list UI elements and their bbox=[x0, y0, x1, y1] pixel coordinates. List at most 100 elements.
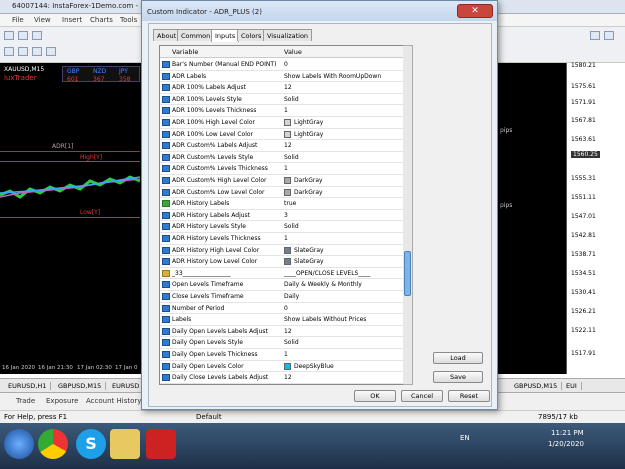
zoom-icon[interactable] bbox=[590, 31, 600, 40]
variable-value[interactable]: 0 bbox=[284, 61, 288, 68]
input-row[interactable]: ADR Custom% Low Level Color DarkGray bbox=[160, 187, 412, 199]
variable-value[interactable]: 1 bbox=[284, 235, 288, 242]
save-button[interactable]: Save bbox=[433, 371, 483, 383]
language-indicator[interactable]: EN bbox=[460, 434, 470, 442]
close-button[interactable]: ✕ bbox=[457, 4, 493, 18]
variable-value[interactable]: ____OPEN/CLOSE LEVELS____ bbox=[284, 270, 370, 277]
color-swatch[interactable] bbox=[284, 362, 291, 370]
variable-value[interactable]: Solid bbox=[284, 339, 299, 346]
color-swatch[interactable] bbox=[284, 119, 291, 126]
chrome-icon[interactable] bbox=[38, 429, 68, 459]
crosshair-icon[interactable] bbox=[4, 47, 14, 56]
variable-value[interactable]: DarkGray bbox=[294, 177, 323, 184]
scrollbar-thumb[interactable] bbox=[404, 251, 411, 296]
variable-value[interactable]: SlateGray bbox=[294, 247, 324, 254]
input-row[interactable]: ADR Custom% Levels Thickness 1 bbox=[160, 163, 412, 175]
reset-button[interactable]: Reset bbox=[448, 390, 490, 402]
ok-button[interactable]: OK bbox=[354, 390, 396, 402]
variable-value[interactable]: 1 bbox=[284, 165, 288, 172]
input-row[interactable]: _33________________ ____OPEN/CLOSE LEVELS… bbox=[160, 268, 412, 280]
menu-view[interactable]: View bbox=[34, 16, 51, 24]
chart-tab[interactable]: EURUSD,H1 bbox=[8, 382, 52, 390]
new-chart-icon[interactable] bbox=[4, 31, 14, 40]
variable-value[interactable]: 1 bbox=[284, 351, 288, 358]
tab-visualization[interactable]: Visualization bbox=[263, 29, 313, 41]
variable-value[interactable]: Solid bbox=[284, 96, 299, 103]
variable-value[interactable]: LightGray bbox=[294, 131, 323, 138]
color-swatch[interactable] bbox=[284, 130, 291, 138]
variable-value[interactable]: 12 bbox=[284, 374, 292, 381]
column-variable[interactable]: Variable bbox=[172, 48, 198, 56]
color-swatch[interactable] bbox=[284, 177, 291, 184]
variable-value[interactable]: Show Labels Without Prices bbox=[284, 316, 366, 323]
tab-exposure[interactable]: Exposure bbox=[46, 397, 78, 405]
channel-icon[interactable] bbox=[46, 47, 56, 56]
grid-scrollbar[interactable] bbox=[403, 45, 413, 385]
tab-trade[interactable]: Trade bbox=[16, 397, 35, 405]
input-row[interactable]: ADR 100% Levels Style Solid bbox=[160, 94, 412, 106]
metatrader-icon[interactable] bbox=[146, 429, 176, 459]
variable-value[interactable]: Solid bbox=[284, 223, 299, 230]
clock-date[interactable]: 1/20/2020 bbox=[548, 440, 584, 448]
chart-tab[interactable]: EURUSD bbox=[112, 382, 145, 390]
input-row[interactable]: Daily Open Levels Labels Adjust 12 bbox=[160, 326, 412, 338]
variable-value[interactable]: Solid bbox=[284, 154, 299, 161]
load-button[interactable]: Load bbox=[433, 352, 483, 364]
variable-value[interactable]: SlateGray bbox=[294, 258, 324, 265]
trendline-icon[interactable] bbox=[32, 47, 42, 56]
input-row[interactable]: Daily Open Levels Color DeepSkyBlue bbox=[160, 361, 412, 373]
tab-colors[interactable]: Colors bbox=[237, 29, 266, 41]
input-row[interactable]: ADR Custom% High Level Color DarkGray bbox=[160, 175, 412, 187]
dialog-title-bar[interactable]: Custom Indicator - ADR_PLUS (2) ✕ bbox=[142, 1, 497, 21]
input-row[interactable]: Number of Period 0 bbox=[160, 303, 412, 315]
market-watch-icon[interactable] bbox=[32, 31, 42, 40]
variable-value[interactable]: 12 bbox=[284, 84, 292, 91]
input-row[interactable]: ADR 100% Levels Thickness 1 bbox=[160, 105, 412, 117]
input-row[interactable]: Daily Close Levels Labels Adjust 12 bbox=[160, 372, 412, 384]
grid-icon[interactable] bbox=[604, 31, 614, 40]
color-swatch[interactable] bbox=[284, 246, 291, 254]
input-row[interactable]: ADR 100% High Level Color LightGray bbox=[160, 117, 412, 129]
input-row[interactable]: ADR History Labels Adjust 3 bbox=[160, 210, 412, 222]
input-row[interactable]: Labels Show Labels Without Prices bbox=[160, 314, 412, 326]
variable-value[interactable]: 1 bbox=[284, 107, 288, 114]
start-button-icon[interactable] bbox=[4, 429, 34, 459]
input-row[interactable]: ADR 100% Low Level Color LightGray bbox=[160, 129, 412, 141]
variable-value[interactable]: 0 bbox=[284, 305, 288, 312]
clock-time[interactable]: 11:21 PM bbox=[551, 429, 584, 437]
color-swatch[interactable] bbox=[284, 258, 291, 266]
variable-value[interactable]: DarkGray bbox=[294, 189, 323, 196]
variable-value[interactable]: Daily & Weekly & Monthly bbox=[284, 281, 362, 288]
variable-value[interactable]: 12 bbox=[284, 142, 292, 149]
input-row[interactable]: ADR History Low Level Color SlateGray bbox=[160, 256, 412, 268]
input-row[interactable]: Open Levels Timeframe Daily & Weekly & Mo… bbox=[160, 279, 412, 291]
color-swatch[interactable] bbox=[284, 188, 291, 196]
variable-value[interactable]: Daily bbox=[284, 293, 299, 300]
input-row[interactable]: Bar's Number (Manual END POINT) 0 bbox=[160, 59, 412, 71]
tab-common[interactable]: Common bbox=[177, 29, 215, 41]
skype-icon[interactable]: S bbox=[76, 429, 106, 459]
input-row[interactable]: Daily Open Levels Thickness 1 bbox=[160, 349, 412, 361]
input-row[interactable]: Close Levels Timeframe Daily bbox=[160, 291, 412, 303]
variable-value[interactable]: LightGray bbox=[294, 119, 323, 126]
menu-tools[interactable]: Tools bbox=[120, 16, 137, 24]
tab-inputs[interactable]: Inputs bbox=[211, 29, 240, 42]
variable-value[interactable]: DeepSkyBlue bbox=[294, 363, 334, 370]
input-row[interactable]: ADR 100% Labels Adjust 12 bbox=[160, 82, 412, 94]
chart-tab[interactable]: GBPUSD,M15 bbox=[58, 382, 107, 390]
menu-file[interactable]: File bbox=[12, 16, 24, 24]
input-row[interactable]: Daily Open Levels Style Solid bbox=[160, 337, 412, 349]
input-row[interactable]: ADR History Labels true bbox=[160, 198, 412, 210]
input-row[interactable]: ADR History Levels Thickness 1 bbox=[160, 233, 412, 245]
inputs-grid[interactable]: Variable Value Bar's Number (Manual END … bbox=[159, 45, 413, 385]
file-explorer-icon[interactable] bbox=[110, 429, 140, 459]
cancel-button[interactable]: Cancel bbox=[401, 390, 443, 402]
tab-account-history[interactable]: Account History bbox=[86, 397, 141, 405]
menu-charts[interactable]: Charts bbox=[90, 16, 113, 24]
input-row[interactable]: ADR History High Level Color SlateGray bbox=[160, 245, 412, 257]
chart-tab[interactable]: GBPUSD,M15 bbox=[514, 382, 563, 390]
menu-insert[interactable]: Insert bbox=[62, 16, 82, 24]
line-tool-icon[interactable] bbox=[18, 47, 28, 56]
input-row[interactable]: ADR Custom% Labels Adjust 12 bbox=[160, 140, 412, 152]
input-row[interactable]: ADR History Levels Style Solid bbox=[160, 221, 412, 233]
